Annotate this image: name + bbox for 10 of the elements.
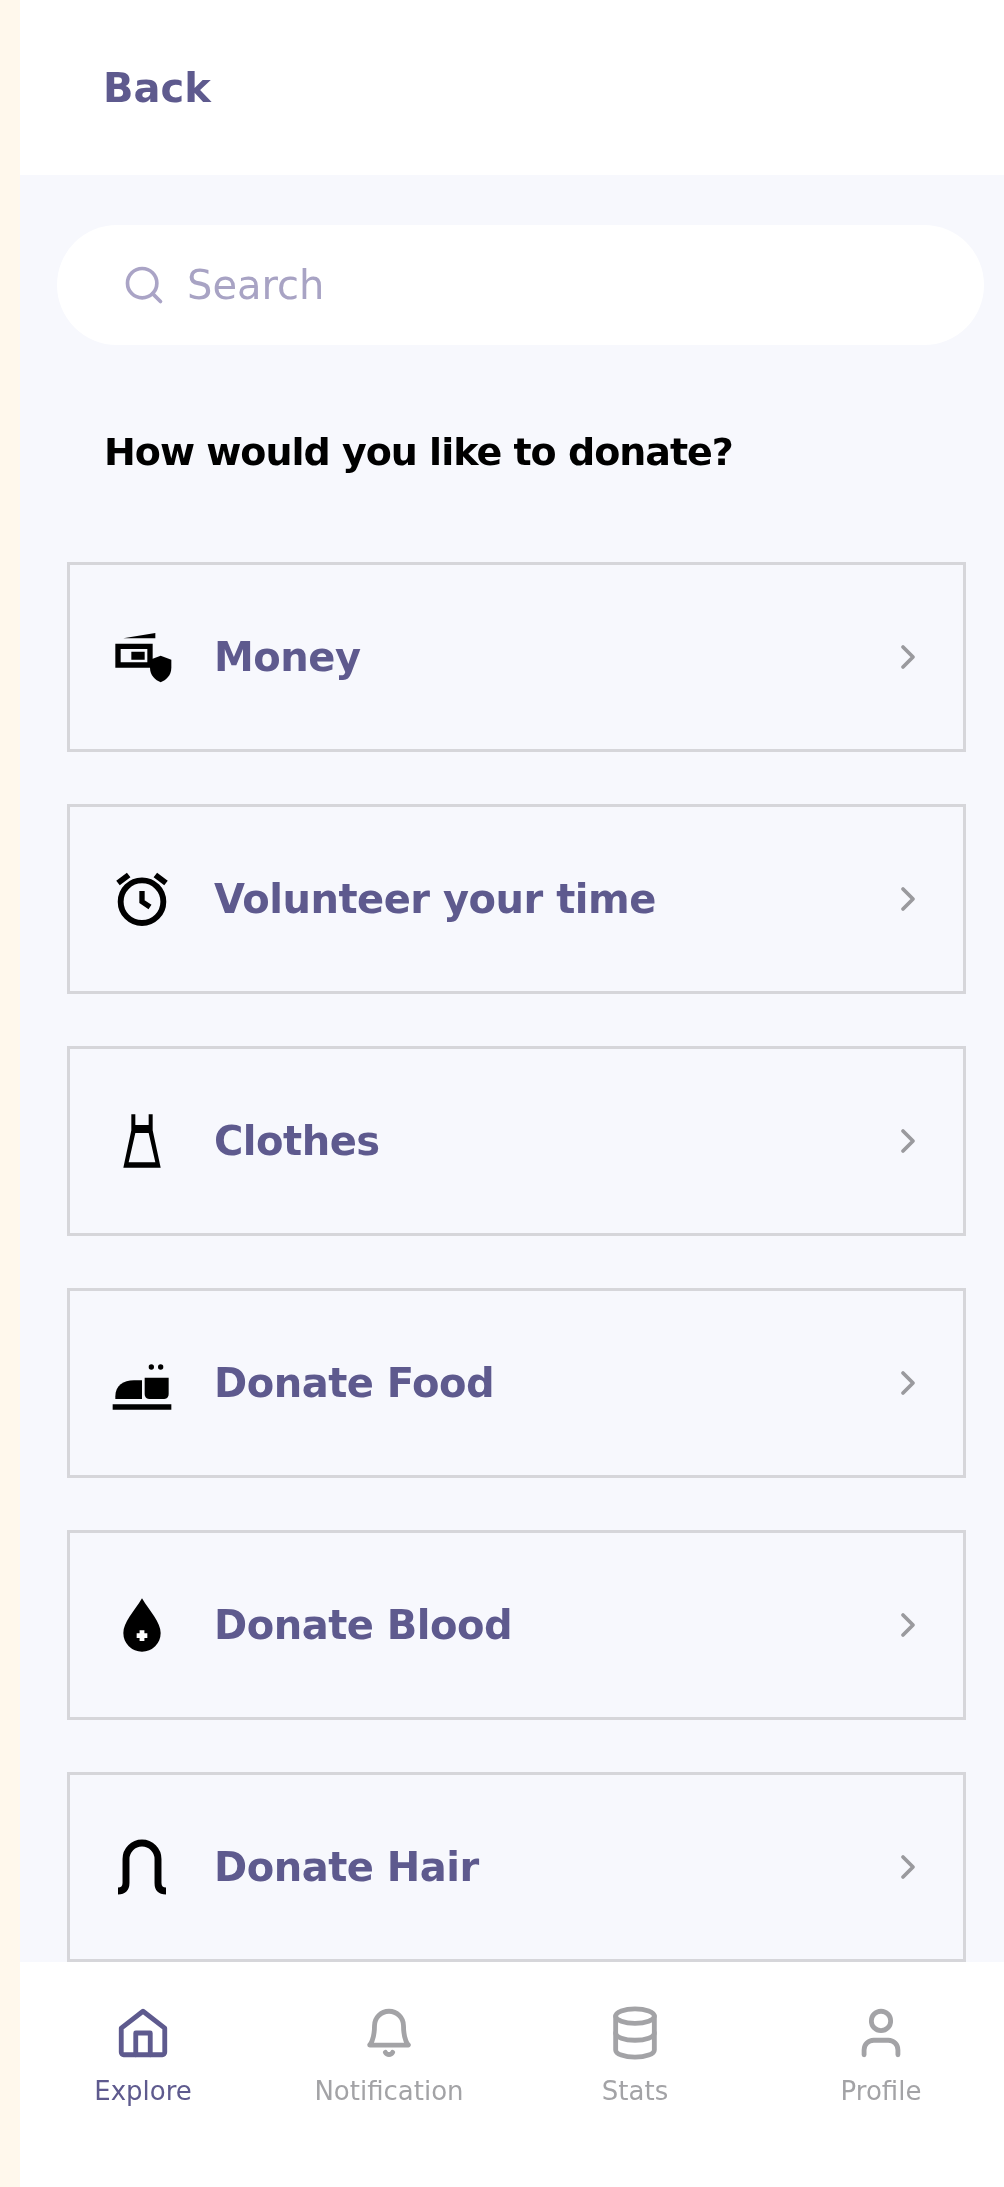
search-field[interactable]: Search	[57, 225, 984, 345]
nav-tab[interactable]: Explore	[20, 1962, 266, 2147]
donation-option[interactable]: Money	[67, 562, 966, 752]
donation-option[interactable]: Donate Hair	[67, 1772, 966, 1962]
section-heading: How would you like to donate?	[104, 430, 734, 474]
donation-option[interactable]: Donate Food	[67, 1288, 966, 1478]
donation-option[interactable]: Donate Blood	[67, 1530, 966, 1720]
donation-option[interactable]: Clothes	[67, 1046, 966, 1236]
donation-option[interactable]: Volunteer your time	[67, 804, 966, 994]
back-link[interactable]: Back	[103, 64, 211, 111]
